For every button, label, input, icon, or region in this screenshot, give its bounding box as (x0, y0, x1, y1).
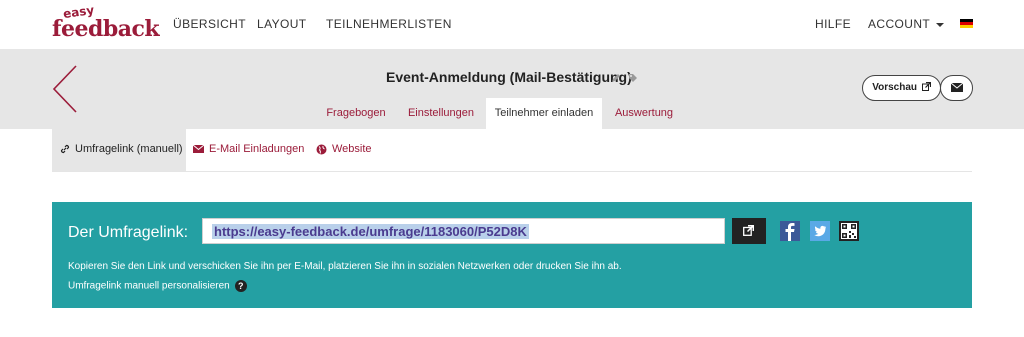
nav-teilnehmerlisten[interactable]: TEILNEHMERLISTEN (326, 17, 452, 31)
external-link-icon (921, 81, 931, 91)
survey-link-url[interactable]: https://easy-feedback.de/umfrage/1183060… (212, 224, 529, 239)
chevron-down-icon (936, 22, 945, 27)
nav-layout[interactable]: LAYOUT (257, 17, 307, 31)
survey-link-field[interactable]: https://easy-feedback.de/umfrage/1183060… (202, 218, 725, 244)
twitter-icon[interactable] (810, 221, 830, 241)
envelope-icon (951, 83, 963, 92)
envelope-icon (192, 144, 205, 154)
nav-uebersicht[interactable]: ÜBERSICHT (173, 17, 246, 31)
invite-subtabs: Umfragelink (manuell) E-Mail Einladungen… (52, 129, 972, 172)
de-flag-icon[interactable] (960, 19, 973, 28)
qr-code-icon[interactable] (839, 221, 859, 241)
tab-fragebogen[interactable]: Fragebogen (316, 98, 396, 129)
send-mail-button[interactable] (940, 75, 973, 101)
subtab-umfragelink[interactable]: Umfragelink (manuell) (52, 129, 186, 171)
link-icon (60, 144, 70, 154)
help-icon[interactable]: ? (234, 280, 247, 292)
open-link-button[interactable] (732, 218, 766, 244)
tab-einstellungen[interactable]: Einstellungen (400, 98, 482, 129)
preview-button[interactable]: Vorschau (862, 75, 941, 101)
external-link-icon (743, 225, 754, 236)
personalize-link-label: Umfragelink manuell personalisieren (68, 280, 230, 292)
subtab-email-einladungen[interactable]: E-Mail Einladungen (192, 129, 305, 171)
tab-teilnehmer-einladen[interactable]: Teilnehmer einladen (486, 98, 602, 129)
easyfeedback-logo[interactable]: easy feedback (52, 3, 160, 42)
globe-icon (316, 144, 327, 155)
nav-hilfe[interactable]: HILFE (815, 17, 851, 31)
survey-link-panel: Der Umfragelink: https://easy-feedback.d… (52, 202, 972, 308)
survey-link-info: Kopieren Sie den Link und verschicken Si… (68, 261, 622, 272)
subtab-umfragelink-label: Umfragelink (manuell) (75, 143, 183, 155)
nav-account-label: ACCOUNT (868, 17, 931, 31)
facebook-icon[interactable] (780, 221, 800, 241)
logo-feedback: feedback (52, 16, 160, 42)
tag-icon[interactable] (628, 73, 638, 83)
subtab-email-label: E-Mail Einladungen (209, 143, 305, 155)
subtab-website-label: Website (332, 143, 372, 155)
survey-link-label: Der Umfragelink: (68, 224, 189, 241)
nav-account[interactable]: ACCOUNT (868, 17, 945, 31)
tab-auswertung[interactable]: Auswertung (606, 98, 682, 129)
personalize-link[interactable]: Umfragelink manuell personalisieren? (68, 280, 247, 292)
preview-button-label: Vorschau (872, 82, 918, 93)
subtab-website[interactable]: Website (316, 129, 372, 171)
back-arrow-icon[interactable] (52, 65, 78, 113)
survey-title: Event-Anmeldung (Mail-Bestätigung) (386, 69, 632, 85)
top-navbar: easy feedback ÜBERSICHT LAYOUT TEILNEHME… (0, 0, 1024, 49)
pencil-icon[interactable] (611, 73, 621, 83)
